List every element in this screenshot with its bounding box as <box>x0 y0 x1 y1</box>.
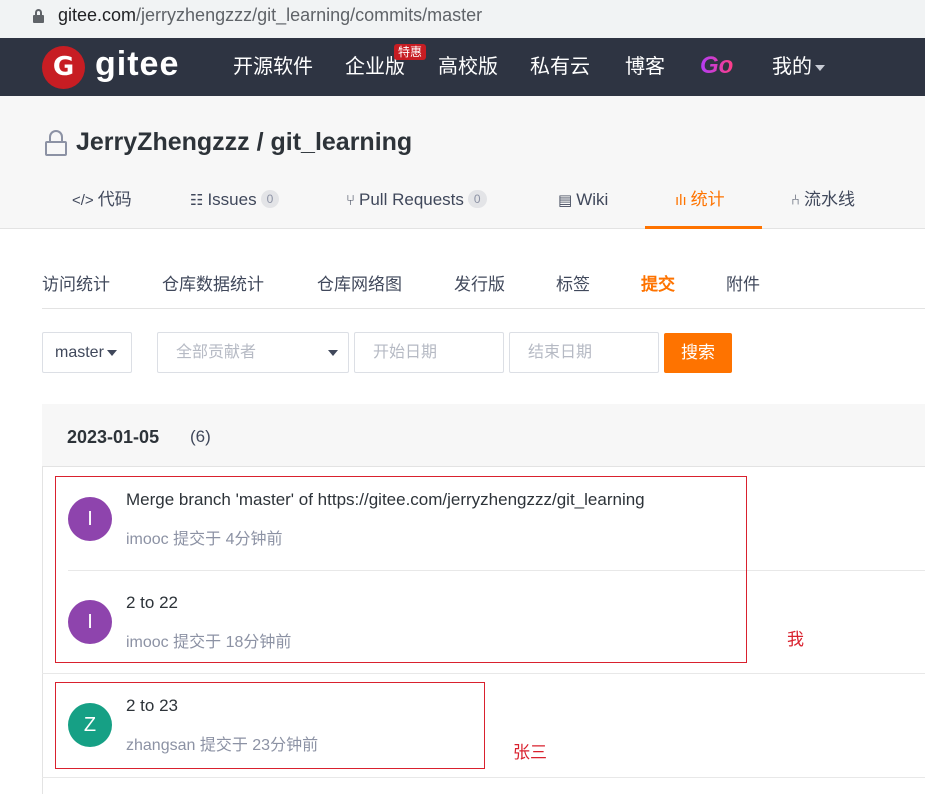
mine-label: 我的 <box>772 56 812 78</box>
private-lock-icon <box>44 130 68 156</box>
tab-code[interactable]: </> 代码 <box>72 188 132 213</box>
tab-pipeline-label: 流水线 <box>804 190 856 209</box>
tab-issues[interactable]: ☷ Issues 0 <box>190 188 280 213</box>
contributors-select[interactable]: 全部贡献者 <box>157 332 349 373</box>
chevron-down-icon <box>106 349 117 356</box>
branch-select[interactable]: master <box>42 332 132 373</box>
row-divider <box>42 777 925 778</box>
subtab-repo-data-stats[interactable]: 仓库数据统计 <box>162 273 264 297</box>
book-icon: ▤ <box>558 192 573 209</box>
pull-request-icon: ⑂ <box>346 192 356 209</box>
annotation-label-zhangsan: 张三 <box>513 743 547 762</box>
start-date-input[interactable]: 开始日期 <box>354 332 504 373</box>
nav-item-open-source[interactable]: 开源软件 <box>233 54 313 80</box>
nav-item-mine[interactable]: 我的 <box>772 54 825 80</box>
nav-item-go[interactable]: Go <box>700 51 733 81</box>
annotation-label-me: 我 <box>787 630 804 649</box>
issues-icon: ☷ <box>190 192 204 209</box>
nav-item-blog[interactable]: 博客 <box>625 54 665 80</box>
end-date-placeholder: 结束日期 <box>528 344 593 361</box>
contributors-placeholder: 全部贡献者 <box>176 344 257 361</box>
tab-issues-label: Issues <box>207 190 257 209</box>
tab-pulls-label: Pull Requests <box>359 190 464 209</box>
chevron-down-icon <box>328 350 338 356</box>
subtab-visit-stats[interactable]: 访问统计 <box>42 273 110 297</box>
end-date-input[interactable]: 结束日期 <box>509 332 659 373</box>
pulls-count-badge: 0 <box>467 190 487 208</box>
tab-wiki[interactable]: ▤ Wiki <box>558 188 608 213</box>
nav-item-education[interactable]: 高校版 <box>438 54 498 80</box>
gitee-logo-icon[interactable]: G <box>42 46 85 89</box>
subtab-tags[interactable]: 标签 <box>556 273 590 297</box>
url-text[interactable]: gitee.com/jerryzhengzzz/git_learning/com… <box>58 4 482 26</box>
subtab-divider <box>42 308 925 309</box>
commit-date-header: 2023-01-05 (6) <box>42 404 925 467</box>
row-divider <box>42 673 925 674</box>
tab-code-label: 代码 <box>97 190 132 209</box>
annotation-box-me <box>55 476 747 663</box>
active-tab-indicator <box>645 226 762 229</box>
browser-address-bar[interactable]: gitee.com/jerryzhengzzz/git_learning/com… <box>0 0 925 38</box>
subtab-attachments[interactable]: 附件 <box>726 273 760 297</box>
subtab-releases[interactable]: 发行版 <box>454 273 505 297</box>
start-date-placeholder: 开始日期 <box>373 344 438 361</box>
repo-header: JerryZhengzzz / git_learning </> 代码 ☷ Issu… <box>0 96 925 229</box>
tab-wiki-label: Wiki <box>576 190 609 209</box>
search-button[interactable]: 搜索 <box>664 333 732 373</box>
lock-icon <box>33 9 44 23</box>
annotation-box-zhangsan <box>55 682 485 769</box>
chevron-down-icon <box>815 64 825 71</box>
nav-item-private-cloud[interactable]: 私有云 <box>530 54 590 80</box>
repo-title[interactable]: JerryZhengzzz / git_learning <box>76 127 412 157</box>
brand-name[interactable]: gitee <box>95 44 179 84</box>
tab-pull-requests[interactable]: ⑂ Pull Requests 0 <box>346 188 487 213</box>
subtab-network-graph[interactable]: 仓库网络图 <box>317 273 402 297</box>
pipeline-icon: ⑃ <box>791 192 801 209</box>
issues-count-badge: 0 <box>260 190 280 208</box>
top-nav: G gitee 开源软件 企业版 特惠 高校版 私有云 博客 Go 我的 <box>0 38 925 96</box>
tab-pipeline[interactable]: ⑃ 流水线 <box>791 188 855 213</box>
bar-chart-icon: ılı <box>675 192 687 209</box>
tab-stats-label: 统计 <box>690 190 725 209</box>
subtab-commits[interactable]: 提交 <box>641 273 675 297</box>
branch-select-value: master <box>55 344 104 361</box>
commit-date: 2023-01-05 <box>67 427 160 447</box>
hot-badge: 特惠 <box>394 44 427 60</box>
code-icon: </> <box>72 192 94 209</box>
tab-stats[interactable]: ılı 统计 <box>675 188 725 213</box>
commit-count: (6) <box>190 427 211 446</box>
